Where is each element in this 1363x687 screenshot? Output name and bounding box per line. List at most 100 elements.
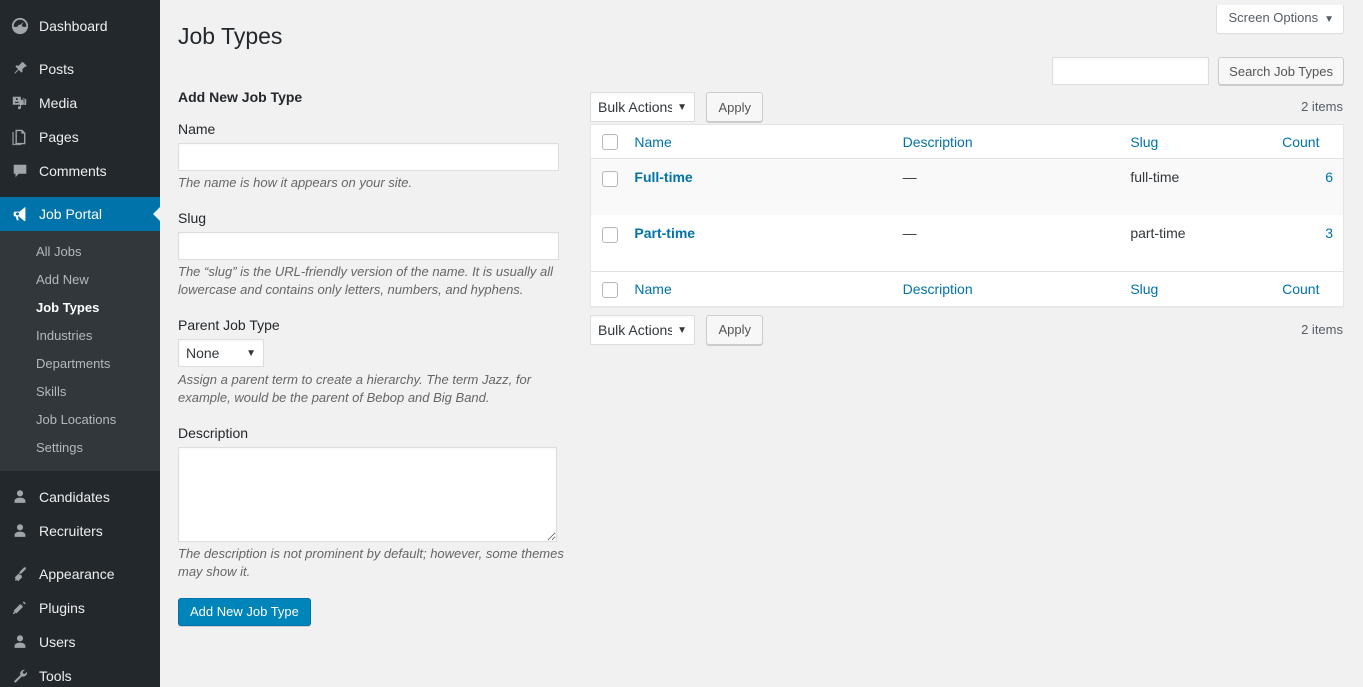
slug-input[interactable] bbox=[178, 232, 559, 260]
items-count-top: 2 items bbox=[1301, 99, 1343, 114]
add-term-form: Add New Job Type Name The name is how it… bbox=[178, 88, 578, 626]
sidebar-item-tools[interactable]: Tools bbox=[0, 659, 160, 687]
sidebar-item-label: Pages bbox=[39, 129, 79, 145]
submenu-label: All Jobs bbox=[36, 244, 82, 259]
comments-icon bbox=[10, 161, 30, 181]
description-textarea[interactable] bbox=[178, 447, 557, 542]
tablenav-top: Bulk Actions ▼ Apply 2 items bbox=[590, 92, 1344, 124]
row-checkbox[interactable] bbox=[602, 226, 618, 243]
user-icon bbox=[10, 487, 30, 507]
admin-screen: Dashboard Posts Media Pages Comments Job… bbox=[0, 0, 1363, 687]
column-footer-slug[interactable]: Slug bbox=[1120, 271, 1273, 305]
submenu-label: Skills bbox=[36, 384, 67, 399]
sidebar-item-all-jobs[interactable]: All Jobs bbox=[0, 238, 160, 266]
sidebar-divider bbox=[0, 43, 160, 52]
column-header-slug[interactable]: Slug bbox=[1120, 125, 1273, 160]
sidebar-item-comments[interactable]: Comments bbox=[0, 154, 160, 188]
term-name-link[interactable]: Part-time bbox=[634, 225, 695, 241]
column-footer-count[interactable]: Count bbox=[1272, 271, 1343, 305]
column-header-count[interactable]: Count bbox=[1272, 125, 1343, 160]
search-input[interactable] bbox=[1052, 57, 1210, 85]
term-count-link[interactable]: 3 bbox=[1325, 225, 1333, 241]
row-name-cell: Part-time bbox=[624, 215, 892, 271]
sidebar-item-dashboard[interactable]: Dashboard bbox=[0, 9, 160, 43]
sidebar-item-appearance[interactable]: Appearance bbox=[0, 557, 160, 591]
sidebar-item-add-new[interactable]: Add New bbox=[0, 266, 160, 294]
table-header-row: Name Description Slug Count bbox=[591, 125, 1343, 160]
sidebar-item-plugins[interactable]: Plugins bbox=[0, 591, 160, 625]
sidebar-item-pages[interactable]: Pages bbox=[0, 120, 160, 154]
sidebar-item-job-types[interactable]: Job Types bbox=[0, 294, 160, 322]
bulk-actions-select-top[interactable]: Bulk Actions bbox=[590, 92, 695, 122]
description-help: The description is not prominent by defa… bbox=[178, 546, 564, 579]
name-input[interactable] bbox=[178, 143, 559, 171]
sidebar-item-label: Appearance bbox=[39, 566, 115, 582]
sidebar-item-label: Users bbox=[39, 634, 76, 650]
sidebar-item-users[interactable]: Users bbox=[0, 625, 160, 659]
terms-list-table-wrapper: Bulk Actions ▼ Apply 2 items Name Descri… bbox=[590, 92, 1344, 347]
table-foot: Name Description Slug Count bbox=[591, 271, 1343, 305]
tablenav-bottom: Bulk Actions ▼ Apply 2 items bbox=[590, 314, 1344, 347]
term-name-link[interactable]: Full-time bbox=[634, 169, 692, 185]
select-all-header bbox=[591, 125, 625, 160]
megaphone-icon bbox=[10, 204, 30, 224]
column-header-name[interactable]: Name bbox=[624, 125, 893, 160]
add-new-job-type-button[interactable]: Add New Job Type bbox=[178, 598, 311, 626]
table-row: Part-time — part-time 3 bbox=[591, 215, 1343, 271]
row-slug-cell: full-time bbox=[1120, 159, 1273, 216]
sidebar-item-label: Tools bbox=[39, 668, 72, 684]
current-menu-arrow bbox=[153, 206, 160, 222]
sidebar-item-label: Dashboard bbox=[39, 18, 108, 34]
row-name-cell: Full-time bbox=[624, 159, 893, 216]
bulk-actions-select-bottom[interactable]: Bulk Actions bbox=[590, 314, 695, 345]
screen-options-toggle[interactable]: Screen Options ▼ bbox=[1216, 5, 1344, 34]
apply-button-bottom[interactable]: Apply bbox=[706, 314, 763, 345]
table-row: Full-time — full-time 6 bbox=[591, 159, 1343, 216]
sidebar-item-label: Posts bbox=[39, 61, 75, 77]
media-icon bbox=[10, 93, 30, 113]
wrench-icon bbox=[10, 666, 30, 686]
term-count-link[interactable]: 6 bbox=[1325, 169, 1333, 185]
parent-description: Assign a parent term to create a hierarc… bbox=[178, 372, 532, 405]
row-checkbox-cell bbox=[591, 215, 624, 271]
items-count-bottom: 2 items bbox=[1301, 321, 1343, 337]
sidebar-item-media[interactable]: Media bbox=[0, 86, 160, 120]
sidebar-item-candidates[interactable]: Candidates bbox=[0, 480, 160, 514]
bulk-actions-wrapper-top: Bulk Actions ▼ bbox=[590, 92, 695, 122]
plug-icon bbox=[10, 598, 30, 618]
submenu-label: Departments bbox=[36, 356, 111, 371]
select-all-checkbox-footer[interactable] bbox=[602, 281, 618, 298]
slug-description: The “slug” is the URL-friendly version o… bbox=[178, 264, 553, 297]
select-all-checkbox[interactable] bbox=[602, 134, 618, 151]
column-footer-name[interactable]: Name bbox=[624, 271, 893, 305]
search-submit-button[interactable]: Search Job Types bbox=[1218, 57, 1344, 85]
column-footer-description[interactable]: Description bbox=[892, 271, 1121, 305]
sidebar-item-job-locations[interactable]: Job Locations bbox=[0, 406, 160, 434]
parent-select-wrapper: None ▼ bbox=[178, 339, 264, 367]
sidebar-submenu-job-portal: All Jobs Add New Job Types Industries De… bbox=[0, 231, 160, 471]
sidebar-item-label: Candidates bbox=[39, 489, 110, 505]
apply-button-top[interactable]: Apply bbox=[706, 92, 763, 122]
sidebar-item-recruiters[interactable]: Recruiters bbox=[0, 514, 160, 548]
sidebar-item-job-portal[interactable]: Job Portal bbox=[0, 197, 160, 231]
screen-options-label: Screen Options bbox=[1228, 10, 1319, 25]
parent-select[interactable]: None bbox=[178, 339, 264, 367]
row-description-cell: — bbox=[892, 159, 1121, 216]
table-footer-row: Name Description Slug Count bbox=[591, 271, 1343, 305]
sidebar-item-settings[interactable]: Settings bbox=[0, 434, 160, 462]
submenu-label: Settings bbox=[36, 440, 83, 455]
row-description-cell: — bbox=[902, 225, 917, 242]
sidebar-item-skills[interactable]: Skills bbox=[0, 378, 160, 406]
form-heading: Add New Job Type bbox=[178, 89, 303, 105]
submenu-label: Industries bbox=[36, 328, 93, 343]
user-icon bbox=[10, 521, 30, 541]
column-header-description[interactable]: Description bbox=[892, 125, 1121, 160]
sidebar-divider bbox=[0, 471, 160, 480]
sidebar-item-label: Media bbox=[39, 95, 78, 111]
sidebar-item-posts[interactable]: Posts bbox=[0, 52, 160, 86]
row-checkbox[interactable] bbox=[602, 170, 618, 187]
dashboard-icon bbox=[10, 16, 30, 36]
sidebar-item-industries[interactable]: Industries bbox=[0, 322, 160, 350]
sidebar-item-departments[interactable]: Departments bbox=[0, 350, 160, 378]
admin-sidebar: Dashboard Posts Media Pages Comments Job… bbox=[0, 0, 160, 687]
